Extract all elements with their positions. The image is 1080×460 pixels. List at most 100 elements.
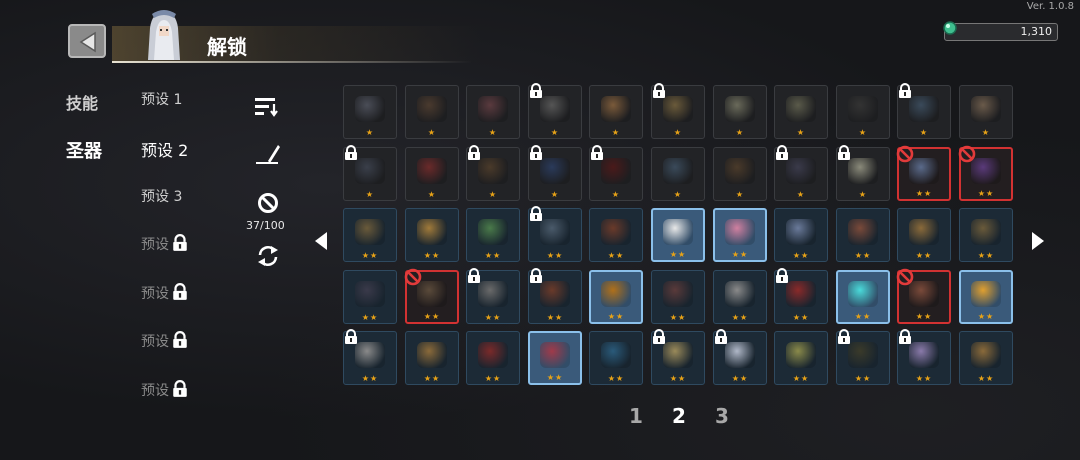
relic-slot[interactable]: ★★ [713, 270, 767, 324]
relic-slot[interactable]: ★★ [343, 270, 397, 324]
sort-icon[interactable] [254, 96, 280, 118]
relic-icon [786, 95, 816, 122]
relic-slot[interactable]: ★ [713, 147, 767, 201]
relic-slot[interactable]: ★ [651, 147, 705, 201]
relic-slot[interactable]: ★★ [774, 208, 828, 262]
preset-item[interactable]: 预设 [141, 331, 190, 351]
lock-icon [345, 329, 357, 344]
rarity-stars: ★★ [484, 251, 502, 260]
relic-icon [478, 280, 508, 307]
relic-slot[interactable]: ★★ [528, 206, 582, 262]
refresh-icon[interactable] [255, 244, 281, 268]
relic-slot[interactable]: ★★ [343, 208, 397, 262]
relic-slot[interactable]: ★★ [959, 270, 1013, 324]
gem-icon [943, 21, 957, 35]
relic-slot[interactable]: ★ [959, 85, 1013, 139]
relic-slot[interactable]: ★★ [959, 208, 1013, 262]
relic-slot[interactable]: ★★ [651, 329, 705, 385]
relic-slot[interactable]: ★★ [897, 329, 951, 385]
relic-slot[interactable]: ★★ [528, 331, 582, 385]
relic-slot[interactable]: ★★ [466, 331, 520, 385]
relic-icon [725, 280, 755, 307]
relic-slot[interactable]: ★★ [343, 329, 397, 385]
relic-slot[interactable]: ★ [651, 83, 705, 139]
disable-icon[interactable] [257, 192, 279, 214]
relic-slot[interactable]: ★★ [896, 268, 951, 324]
relic-slot[interactable]: ★ [528, 83, 582, 139]
relic-slot[interactable]: ★★ [897, 208, 951, 262]
rarity-stars: ★★ [361, 251, 379, 260]
relic-icon [478, 157, 508, 184]
page-number[interactable]: 2 [672, 404, 686, 428]
relic-slot[interactable]: ★ [343, 145, 397, 201]
prev-page-arrow[interactable] [313, 231, 329, 251]
lock-icon [715, 329, 727, 344]
page-number[interactable]: 1 [629, 404, 643, 428]
relic-slot[interactable]: ★ [836, 145, 890, 201]
rarity-stars: ★ [673, 128, 683, 137]
rarity-stars: ★★ [669, 313, 687, 322]
preset-item[interactable]: 预设 [141, 283, 190, 303]
relic-slot[interactable]: ★ [589, 85, 643, 139]
relic-slot[interactable]: ★★ [713, 208, 767, 262]
relic-slot[interactable]: ★★ [466, 268, 520, 324]
rarity-stars: ★★ [731, 313, 749, 322]
preset-item[interactable]: 预设 [141, 380, 190, 400]
relic-slot[interactable]: ★ [405, 85, 459, 139]
relic-slot[interactable]: ★ [774, 145, 828, 201]
relic-slot[interactable]: ★★ [958, 145, 1013, 201]
rarity-stars: ★ [427, 190, 437, 199]
relic-slot[interactable]: ★ [897, 83, 951, 139]
relic-slot[interactable]: ★★ [405, 331, 459, 385]
page-number[interactable]: 3 [715, 404, 729, 428]
preset-item[interactable]: 预设 [141, 234, 190, 254]
back-button[interactable] [68, 24, 106, 58]
relic-slot[interactable]: ★★ [589, 331, 643, 385]
relic-slot[interactable]: ★★ [713, 329, 767, 385]
relic-slot[interactable]: ★★ [651, 208, 705, 262]
rarity-stars: ★ [488, 190, 498, 199]
relic-slot[interactable]: ★★ [405, 208, 459, 262]
relic-slot[interactable]: ★★ [774, 268, 828, 324]
relic-slot[interactable]: ★ [528, 145, 582, 201]
preset-item[interactable]: 预设 3 [141, 186, 182, 206]
rarity-stars: ★★ [607, 374, 625, 383]
relic-slot[interactable]: ★★ [651, 270, 705, 324]
relic-slot[interactable]: ★ [466, 85, 520, 139]
relic-slot[interactable]: ★★ [528, 268, 582, 324]
relic-slot[interactable]: ★★ [959, 331, 1013, 385]
back-arrow-icon [79, 31, 96, 53]
category-skill[interactable]: 技能 [66, 90, 98, 114]
lock-icon [838, 145, 850, 160]
relic-slot[interactable]: ★★ [589, 208, 643, 262]
rarity-stars: ★★ [854, 251, 872, 260]
brush-icon[interactable] [254, 141, 282, 165]
rarity-stars: ★★ [915, 374, 933, 383]
relic-slot[interactable]: ★ [836, 85, 890, 139]
relic-slot[interactable]: ★ [343, 85, 397, 139]
relic-slot[interactable]: ★★ [896, 145, 951, 201]
rarity-stars: ★★ [669, 250, 687, 259]
preset-item[interactable]: 预设 2 [141, 137, 188, 161]
preset-item[interactable]: 预设 1 [141, 89, 182, 109]
relic-slot[interactable]: ★ [589, 145, 643, 201]
relic-slot[interactable]: ★★ [774, 331, 828, 385]
currency-display: 1,310 [943, 21, 1058, 41]
relic-slot[interactable]: ★★ [404, 268, 459, 324]
relic-icon [417, 157, 447, 184]
preset-label: 预设 [141, 286, 169, 302]
relic-slot[interactable]: ★ [405, 147, 459, 201]
relic-slot[interactable]: ★★ [466, 208, 520, 262]
relic-slot[interactable]: ★★ [836, 270, 890, 324]
relic-slot[interactable]: ★ [774, 85, 828, 139]
relic-slot[interactable]: ★★ [589, 270, 643, 324]
relic-slot[interactable]: ★★ [836, 208, 890, 262]
relic-slot[interactable]: ★★ [836, 329, 890, 385]
rarity-stars: ★★ [792, 313, 810, 322]
category-relic[interactable]: 圣器 [66, 137, 102, 163]
relic-slot[interactable]: ★ [713, 85, 767, 139]
relic-slot[interactable]: ★ [466, 145, 520, 201]
lock-icon [173, 331, 187, 348]
relic-icon [663, 280, 693, 307]
next-page-arrow[interactable] [1030, 231, 1046, 251]
